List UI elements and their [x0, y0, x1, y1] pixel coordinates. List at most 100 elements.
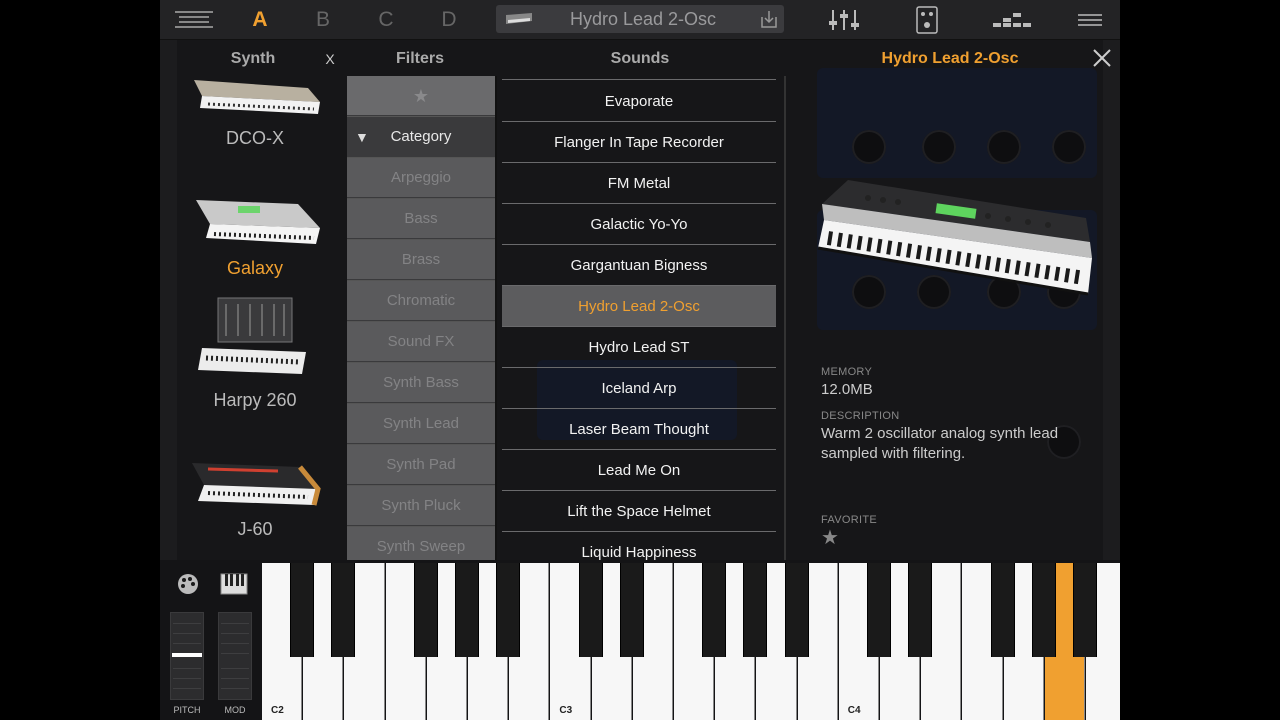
keyboard-area: PITCH MOD C2 C3 C4	[160, 560, 1120, 720]
black-key[interactable]	[990, 563, 1015, 657]
black-key[interactable]	[743, 563, 768, 657]
synth-item-dco-x[interactable]: DCO-X	[180, 74, 330, 154]
category-filter-header[interactable]: ▼ Category	[347, 117, 495, 157]
page-a-tab[interactable]: A	[245, 6, 275, 34]
synth-thumbnail	[192, 463, 321, 506]
sound-item[interactable]: Hydro Lead ST	[502, 327, 776, 368]
filter-item[interactable]: Arpeggio	[347, 158, 495, 198]
arpeggiator-icon[interactable]	[992, 6, 1032, 34]
sound-item[interactable]: Liquid Happiness	[502, 532, 776, 560]
octave-label: C3	[559, 705, 573, 716]
effects-pedal-icon[interactable]	[912, 6, 942, 34]
filter-item[interactable]: Synth Pad	[347, 445, 495, 485]
synth-item-j-60[interactable]: J-60	[180, 459, 330, 549]
sounds-list[interactable]: Evaporate Flanger In Tape Recorder FM Me…	[502, 76, 778, 560]
filter-item[interactable]: Synth Lead	[347, 404, 495, 444]
column-divider	[495, 76, 497, 560]
menu-lines-icon[interactable]	[174, 6, 214, 34]
black-key[interactable]	[413, 563, 438, 657]
synth-item-harpy-260[interactable]: Harpy 260	[180, 296, 330, 416]
palette-icon[interactable]	[176, 572, 200, 596]
pitch-wheel[interactable]	[170, 612, 204, 700]
filter-item[interactable]: Sound FX	[347, 322, 495, 362]
synth-column-title: Synth	[230, 50, 276, 67]
synth-name: Harpy 260	[213, 390, 297, 410]
sound-item[interactable]: FM Metal	[502, 163, 776, 204]
description-label: DESCRIPTION	[821, 410, 900, 422]
preset-name: Hydro Lead 2-Osc	[569, 9, 717, 29]
black-key[interactable]	[578, 563, 603, 657]
wheel-ridge	[173, 633, 201, 634]
close-icon[interactable]	[1090, 46, 1114, 70]
mixer-sliders-icon[interactable]	[826, 6, 862, 34]
black-key[interactable]	[867, 563, 891, 657]
black-key[interactable]	[1073, 563, 1097, 657]
wheel-ridge	[173, 643, 201, 644]
column-divider	[784, 76, 786, 560]
synth-app: A B C D Hydro Lead 2-Osc Synth X Filters…	[160, 0, 1120, 720]
filters-list: ★ ▼ Category Arpeggio Bass Brass Chromat…	[347, 76, 495, 560]
filter-item[interactable]: Brass	[347, 240, 495, 280]
wheel-ridge	[221, 688, 249, 689]
wheel-ridge	[221, 678, 249, 679]
sound-item[interactable]: Gargantuan Bigness	[502, 245, 776, 286]
background-knob	[1052, 130, 1086, 164]
wheel-ridge	[221, 653, 249, 654]
piano-keyboard[interactable]: C2 C3 C4	[262, 563, 1120, 720]
hamburger-menu-icon[interactable]	[1075, 6, 1105, 34]
sound-item[interactable]: Galactic Yo-Yo	[502, 204, 776, 245]
save-icon[interactable]	[758, 5, 780, 33]
background-knob	[922, 130, 956, 164]
page-d-tab[interactable]: D	[434, 6, 464, 34]
black-key[interactable]	[1031, 563, 1056, 657]
synth-item-galaxy[interactable]: Galaxy	[180, 194, 330, 284]
black-key[interactable]	[455, 563, 479, 657]
page-b-tab[interactable]: B	[308, 6, 338, 34]
filter-item[interactable]: Chromatic	[347, 281, 495, 321]
synth-name: Galaxy	[226, 258, 284, 278]
black-key[interactable]	[702, 563, 727, 657]
octave-label: C4	[847, 705, 861, 716]
favorites-filter[interactable]: ★	[347, 76, 495, 116]
sound-item[interactable]: Lift the Space Helmet	[502, 491, 776, 532]
sound-item[interactable]: Flanger In Tape Recorder	[502, 122, 776, 163]
synth-preview-image	[817, 180, 1092, 296]
sounds-column-title: Sounds	[610, 50, 670, 67]
black-key[interactable]	[290, 563, 315, 657]
black-key[interactable]	[619, 563, 644, 657]
wheel-ridge	[173, 668, 201, 669]
favorite-star-icon[interactable]: ★	[821, 528, 1081, 548]
sound-item-selected[interactable]: Hydro Lead 2-Osc	[502, 286, 776, 327]
pitch-label: PITCH	[173, 705, 201, 715]
pitch-wheel-indicator	[172, 653, 202, 657]
sound-item[interactable]: Iceland Arp	[502, 368, 776, 409]
description-value: Warm 2 oscillator analog synth lead samp…	[821, 425, 1059, 462]
black-key[interactable]	[496, 563, 521, 657]
list-separator	[502, 79, 776, 80]
keyboard-layout-icon[interactable]	[220, 572, 248, 596]
synth-list: DCO-X Galaxy Harpy 260 J-60	[180, 74, 330, 544]
backdrop-panel	[817, 68, 1097, 178]
filter-item[interactable]: Synth Pluck	[347, 486, 495, 526]
black-key[interactable]	[331, 563, 356, 657]
black-key[interactable]	[784, 563, 809, 657]
wheel-ridge	[173, 688, 201, 689]
wheel-ridge	[221, 623, 249, 624]
synth-thumbnail	[198, 297, 306, 374]
wheel-ridge	[173, 623, 201, 624]
black-key[interactable]	[908, 563, 933, 657]
mod-wheel[interactable]	[218, 612, 252, 700]
preset-selector[interactable]: Hydro Lead 2-Osc	[496, 5, 784, 33]
filter-item[interactable]: Bass	[347, 199, 495, 239]
sound-item[interactable]: Evaporate	[502, 81, 776, 122]
sound-item[interactable]: Laser Beam Thought	[502, 409, 776, 450]
wheel-ridge	[173, 678, 201, 679]
octave-label: C2	[271, 705, 284, 716]
synth-column-close-button[interactable]: X	[318, 48, 342, 70]
synth-thumbnail	[196, 200, 320, 244]
filter-item[interactable]: Synth Sweep	[347, 527, 495, 560]
filter-item[interactable]: Synth Bass	[347, 363, 495, 403]
synth-name: DCO-X	[226, 128, 284, 148]
page-c-tab[interactable]: C	[371, 6, 401, 34]
sound-item[interactable]: Lead Me On	[502, 450, 776, 491]
